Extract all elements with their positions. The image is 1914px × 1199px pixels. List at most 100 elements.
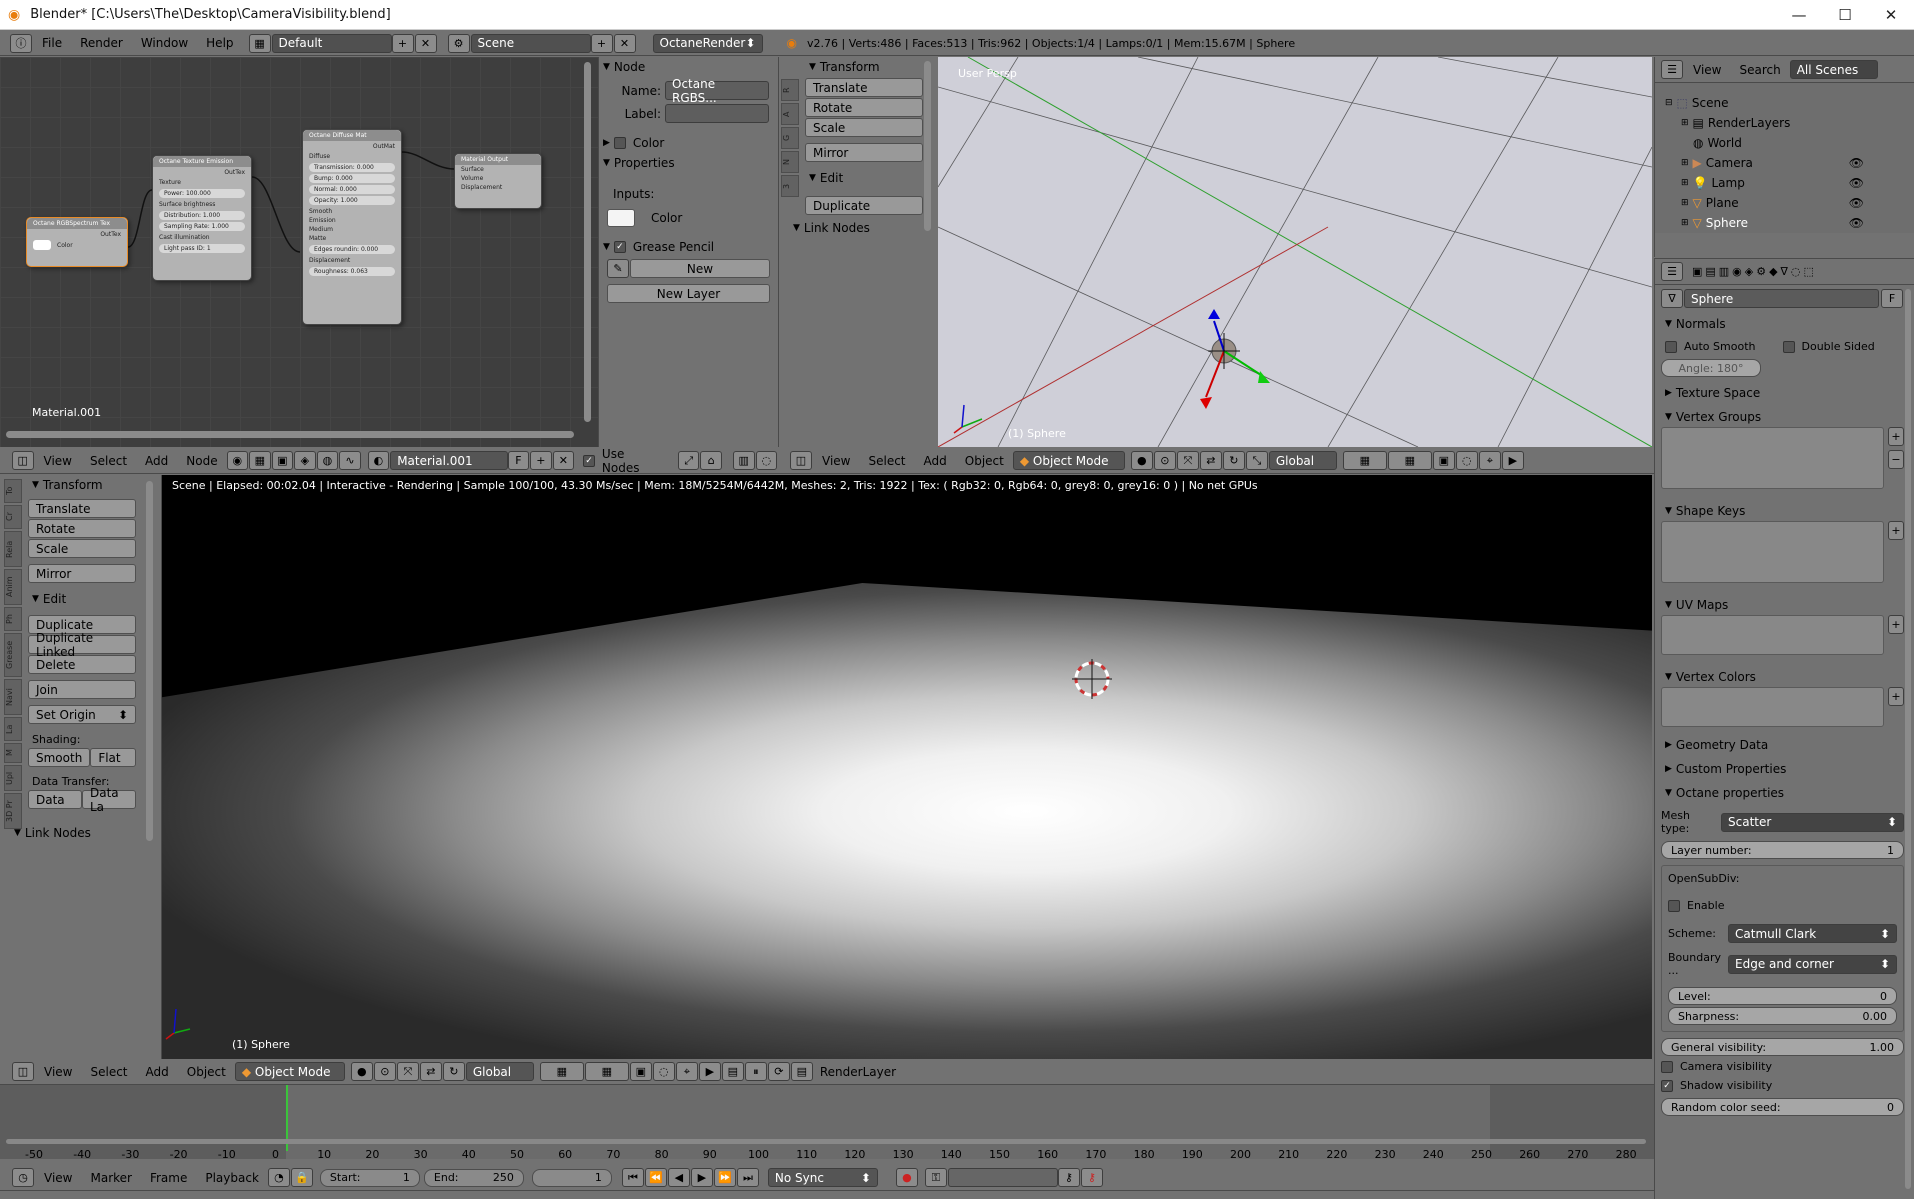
render-snap-icon[interactable]: ⌖ [675,1062,698,1081]
parent-icon[interactable]: ⌂ [700,451,722,470]
random-color-seed-slider[interactable]: Random color seed: 0 [1661,1098,1904,1116]
scene-selector[interactable]: Scene [470,33,591,53]
tab-m[interactable]: M [4,743,22,763]
scheme-select[interactable]: Catmull Clark ⬍ [1728,924,1897,943]
node-editor-type-icon[interactable]: ◫ [12,451,34,470]
render-refresh-icon[interactable]: ⟳ [767,1062,790,1081]
outliner-item-sphere[interactable]: ⊞ ▽ Sphere 👁 [1655,213,1914,233]
material-fake-user[interactable]: F [507,451,530,470]
join-button[interactable]: Join [28,680,136,699]
render-proportional-icon[interactable]: ◌ [652,1062,675,1081]
add-material-icon[interactable]: + [530,451,552,470]
menu-help[interactable]: Help [197,36,242,50]
add-vertex-color-icon[interactable]: + [1888,687,1904,706]
node-rgbspectrum[interactable]: Octane RGBSpectrum Tex OutTex Color [26,217,128,267]
visibility-eye-icon[interactable]: 👁 [1849,216,1864,230]
grease-pencil-header[interactable]: ▼ ✓ Grease Pencil [599,237,778,257]
render-orientation-select[interactable]: Global [465,1062,534,1081]
translate-button[interactable]: Translate [28,499,136,518]
layout-selector[interactable]: Default [271,33,392,53]
layers-grid-icon[interactable]: ▦ [1342,451,1387,470]
mini-tools-scrollbar[interactable] [924,61,931,231]
world-shader-icon[interactable]: ◍ [316,451,339,470]
properties-editor-icon[interactable]: ☰ [1661,262,1683,281]
render-manip-icon[interactable]: ⤧ [396,1062,419,1081]
vertex-colors-list[interactable] [1661,687,1884,727]
editor-type-icon[interactable]: ⓘ [10,33,32,53]
camera-visibility-checkbox[interactable]: Camera visibility [1661,1060,1904,1073]
visibility-eye-icon[interactable]: 👁 [1849,156,1864,170]
timeline[interactable] [0,1085,1654,1159]
properties-scrollbar[interactable] [1905,289,1911,1189]
tab-navigation[interactable]: Navi [4,679,22,715]
layer-number-slider[interactable]: Layer number: 1 [1661,841,1904,859]
tab-3d-print[interactable]: 3D Pr [4,793,22,829]
compositing-type-icon[interactable]: ▣ [271,451,294,470]
node-texture-emission[interactable]: Octane Texture Emission OutTex Texture P… [152,155,252,281]
mini-tab-n[interactable]: N [781,151,799,173]
mesh-name-field[interactable]: Sphere [1684,289,1879,308]
outliner-item-plane[interactable]: ⊞ ▽ Plane 👁 [1655,193,1914,213]
use-nodes-checkbox[interactable]: ✓ Use Nodes [583,447,664,475]
new-layer-button[interactable]: New Layer [607,284,770,303]
tab-animation[interactable]: Anim [4,569,22,605]
current-frame-field[interactable]: 1 [531,1168,612,1187]
normals-header[interactable]: ▼ Normals [1661,314,1904,334]
pivot-icon[interactable]: ⊙ [1153,451,1176,470]
rotate-manip-icon[interactable]: ↻ [1222,451,1245,470]
render-layer-icon[interactable]: ▤ [790,1062,813,1081]
data-layout-button[interactable]: Data La [82,786,136,814]
render-engine-select[interactable]: OctaneRender ⬍ [652,33,763,53]
mini-link-nodes-header[interactable]: ▼ Link Nodes [789,218,938,238]
snap-magnet-icon[interactable]: ⌖ [1478,451,1501,470]
remove-vertex-group-icon[interactable]: − [1888,450,1904,469]
level-slider[interactable]: Level: 0 [1668,987,1897,1005]
timeline-view-menu[interactable]: View [35,1171,81,1185]
timeline-marker-menu[interactable]: Marker [81,1171,140,1185]
data-button[interactable]: Data [28,790,82,809]
octane-properties-header[interactable]: ▼ Octane properties [1661,783,1904,803]
overlay-icon[interactable]: ◌ [755,451,778,470]
timeline-scrollbar[interactable] [6,1139,1646,1144]
shape-keys-header[interactable]: ▼ Shape Keys [1661,501,1904,521]
outliner-item-renderlayers[interactable]: ⊞ ▤ RenderLayers [1655,113,1914,133]
viewport-view-menu[interactable]: View [813,454,859,468]
node-diffuse-mat[interactable]: Octane Diffuse Mat OutMat Diffuse Transm… [302,129,402,325]
3d-cursor-icon[interactable] [1072,659,1112,699]
render-pause-icon[interactable]: ⏸ [744,1062,767,1081]
tab-physics[interactable]: Ph [4,607,22,631]
close-button[interactable]: ✕ [1868,0,1914,30]
object-gizmo[interactable] [1178,307,1298,417]
scene-icon[interactable]: ⚙ [447,33,470,53]
fake-user-toggle[interactable]: F [1881,289,1903,308]
render-object-menu[interactable]: Object [178,1065,235,1079]
layers-grid2-icon[interactable]: ▦ [1387,451,1432,470]
viewport-select-menu[interactable]: Select [859,454,914,468]
vertex-colors-header[interactable]: ▼ Vertex Colors [1661,667,1904,687]
backdrop-icon[interactable]: ▥ [733,451,755,470]
mini-edit-header[interactable]: ▼ Edit [805,168,923,188]
edit-header[interactable]: ▼ Edit [28,589,136,609]
start-frame-field[interactable]: Start: 1 [319,1168,420,1187]
color-section-header[interactable]: ▶ Color [599,133,778,153]
add-shape-key-icon[interactable]: + [1888,521,1904,540]
node-editor-vscrollbar[interactable] [584,62,591,422]
mini-rotate-button[interactable]: Rotate [805,98,923,117]
render-rotate-icon[interactable]: ↻ [442,1062,465,1081]
node-editor[interactable]: Octane RGBSpectrum Tex OutTex Color Octa… [0,57,598,447]
node-select-menu[interactable]: Select [81,454,136,468]
enable-checkbox[interactable]: Enable [1668,899,1897,912]
visibility-eye-icon[interactable]: 👁 [1849,176,1864,190]
double-sided-checkbox[interactable]: Double Sided [1782,340,1875,353]
mini-scale-button[interactable]: Scale [805,118,923,137]
uv-maps-list[interactable] [1661,615,1884,655]
tab-grease-pencil[interactable]: Grease [4,633,22,677]
node-name-field[interactable]: Octane RGBS... [665,77,769,105]
remove-layout-icon[interactable]: ✕ [414,33,437,53]
pencil-icon[interactable]: ✎ [607,259,629,278]
mini-tab-3[interactable]: 3 [781,175,799,197]
properties-section-header[interactable]: ▼ Properties [599,153,778,173]
timeline-frame-menu[interactable]: Frame [141,1171,196,1185]
custom-properties-header[interactable]: ▶ Custom Properties [1661,759,1904,779]
tab-tools[interactable]: To [4,479,22,503]
